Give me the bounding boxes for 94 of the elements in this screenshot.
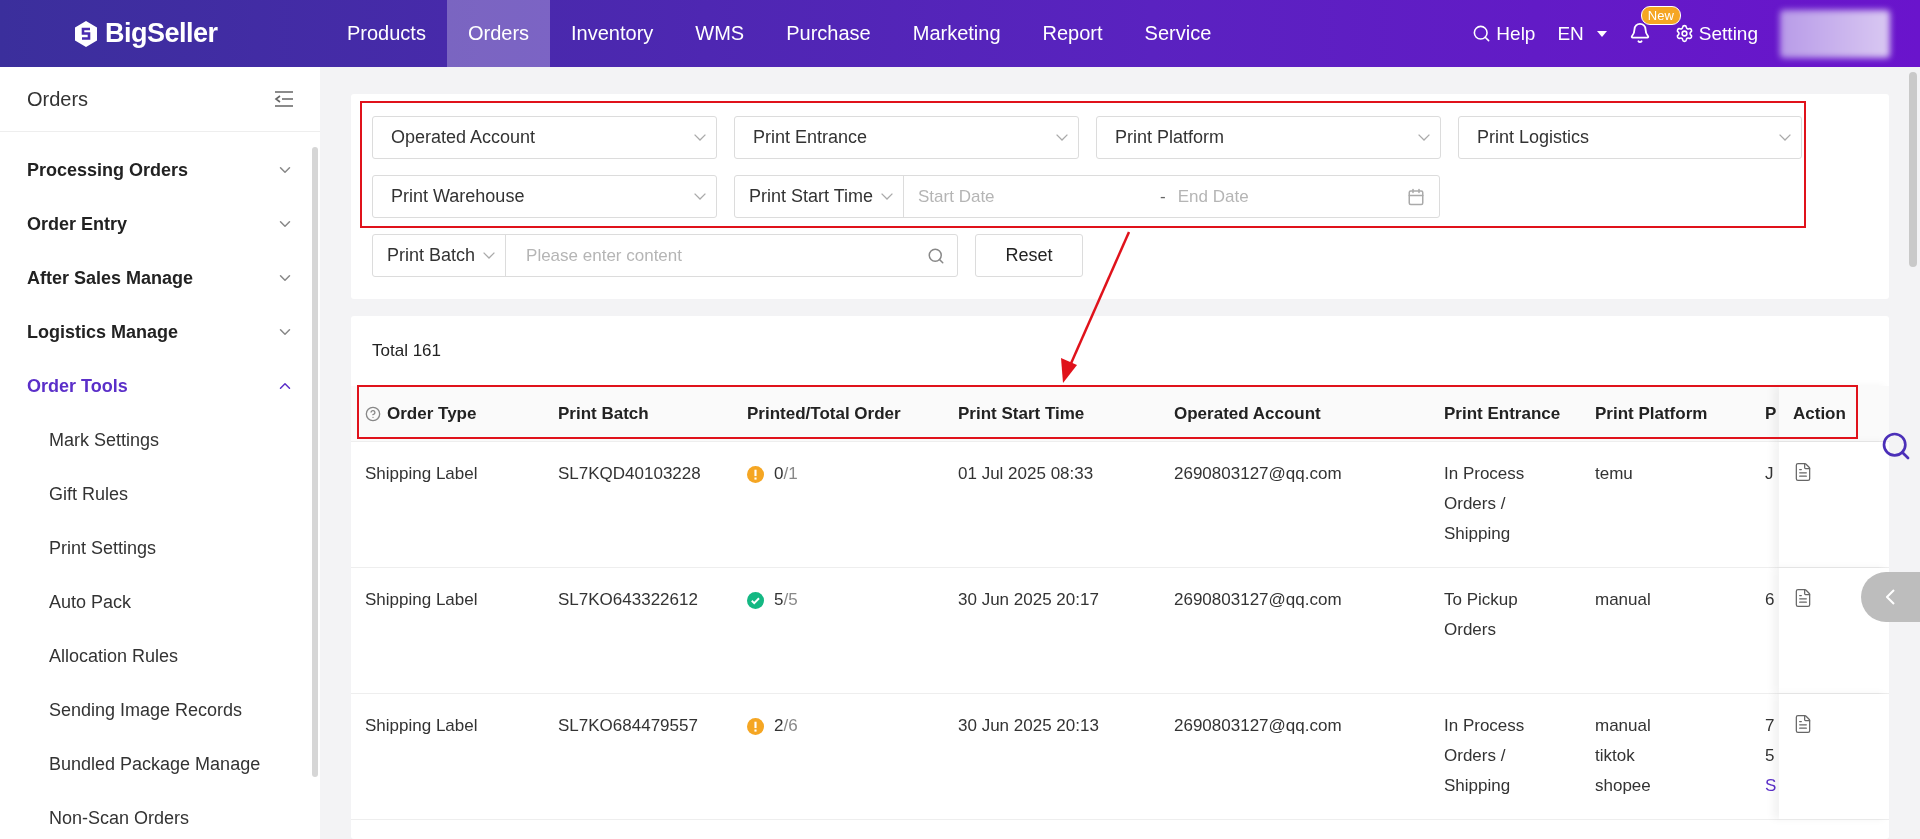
filter-select[interactable]: Operated Account [372, 116, 717, 159]
column-header-text: Order Type [387, 403, 477, 424]
reset-button[interactable]: Reset [975, 234, 1083, 277]
nav-item[interactable]: Purchase [765, 0, 892, 67]
sidebar-item[interactable]: Print Settings [0, 521, 320, 575]
chevron-down-icon [694, 193, 706, 200]
chevron-down-icon [694, 134, 706, 141]
nav-item[interactable]: Marketing [891, 0, 1022, 67]
column-header: Print Batch [557, 402, 650, 425]
gear-icon [1674, 24, 1694, 43]
column-header: P [1764, 402, 1778, 425]
chevron-down-icon [1779, 134, 1791, 141]
sidebar-item[interactable]: Non-Scan Orders [0, 791, 320, 839]
table-cell-text: 2690803127@qq.com [1173, 463, 1343, 485]
sidebar-item[interactable]: Gift Rules [0, 467, 320, 521]
new-badge: New [1640, 5, 1681, 25]
table-cell-text: 30 Jun 2025 20:13 [957, 715, 1100, 737]
nav-item[interactable]: Service [1123, 0, 1233, 67]
total-count: Total 161 [371, 340, 442, 362]
printed-count: 0/1 [774, 463, 798, 485]
date-range-field[interactable]: Print Start Time Start Date - End Date [734, 175, 1440, 218]
sidebar-group[interactable]: After Sales Manage [0, 251, 320, 305]
caret-icon [1596, 30, 1607, 37]
table-cell-text: 7 [1765, 715, 1776, 737]
table-cell-text: Shipping Label [364, 715, 479, 737]
scrollbar[interactable] [1909, 72, 1917, 267]
sidebar-item[interactable]: Auto Pack [0, 575, 320, 629]
nav-item[interactable]: Products [326, 0, 447, 67]
setting-link[interactable]: Setting [1674, 22, 1758, 45]
chevron-down-icon [881, 193, 894, 200]
chevron-down-icon [483, 252, 496, 259]
table-cell-text: 6 [1765, 589, 1776, 611]
table-cell-text: 01 Jul 2025 08:33 [957, 463, 1095, 485]
search-icon [1472, 24, 1492, 43]
bell-icon[interactable] [1628, 21, 1651, 44]
column-header: Printed/Total Order [746, 402, 902, 425]
nav-item[interactable]: WMS [674, 0, 766, 67]
table-cell-text: J [1765, 463, 1775, 485]
column-header: Print Entrance [1443, 402, 1562, 425]
chevron-down-icon [1056, 134, 1068, 141]
search-button[interactable] [1880, 430, 1912, 462]
table-cell-text: 2690803127@qq.com [1173, 715, 1343, 737]
table-cell-text: In Process Orders / Shipping [1443, 715, 1526, 797]
document-icon[interactable] [1793, 714, 1813, 734]
printed-count: 2/6 [774, 715, 798, 737]
language-select[interactable]: EN [1557, 22, 1607, 45]
table-cell-text: 30 Jun 2025 20:17 [957, 589, 1100, 611]
sidebar-title: Orders [27, 87, 89, 111]
nav-item[interactable]: Orders [446, 0, 551, 67]
table-cell-text: manual tiktok shopee [1594, 715, 1652, 797]
search-icon [927, 246, 945, 265]
sidebar-item[interactable]: Mark Settings [0, 413, 320, 467]
logo-text: BigSeller [105, 18, 218, 49]
table-cell-text: 2690803127@qq.com [1173, 589, 1343, 611]
sidebar-group[interactable]: Order Entry [0, 197, 320, 251]
sidebar-item[interactable]: Allocation Rules [0, 629, 320, 683]
chevron-left-icon [1886, 589, 1895, 605]
collapse-icon[interactable] [274, 91, 294, 107]
table-cell-text: SL7KQD40103228 [557, 463, 702, 485]
table-cell-text: manual [1594, 589, 1652, 611]
sidebar-item[interactable]: Bundled Package Manage [0, 737, 320, 791]
table-cell-text: SL7KO643322612 [557, 589, 699, 611]
filter-select[interactable]: Print Entrance [734, 116, 1079, 159]
document-icon[interactable] [1793, 588, 1813, 608]
printed-count: 5/5 [774, 589, 798, 611]
sidebar-group[interactable]: Logistics Manage [0, 305, 320, 359]
table-cell-text: temu [1594, 463, 1634, 485]
help-link[interactable]: Help [1472, 22, 1536, 45]
logo-icon [73, 19, 99, 48]
filter-select[interactable]: Print Logistics [1458, 116, 1802, 159]
column-header: Print Start Time [957, 402, 1086, 425]
filter-select[interactable]: Print Platform [1096, 116, 1441, 159]
table-cell-text: Shipping Label [364, 589, 479, 611]
link[interactable]: S [1765, 771, 1779, 801]
column-header: Print Platform [1594, 402, 1709, 425]
sidebar-group[interactable]: Order Tools [0, 359, 320, 413]
document-icon[interactable] [1793, 462, 1813, 482]
table-cell-text: Shipping Label [364, 463, 479, 485]
filter-select[interactable]: Print Warehouse [372, 175, 717, 218]
sidebar-group[interactable]: Processing Orders [0, 143, 320, 197]
search-field[interactable]: Print Batch Please enter content [372, 234, 958, 277]
table-cell-text: In Process Orders / Shipping [1443, 463, 1526, 545]
table-cell-text: To Pickup Orders [1443, 589, 1519, 641]
column-header: Action [1779, 386, 1889, 441]
chevron-down-icon [1418, 134, 1430, 141]
calendar-icon [1407, 187, 1425, 206]
nav-item[interactable]: Report [1021, 0, 1124, 67]
table-cell-text: 5 [1765, 745, 1776, 767]
column-header: Operated Account [1173, 402, 1322, 425]
help-icon [365, 405, 381, 422]
nav-item[interactable]: Inventory [550, 0, 675, 67]
table-cell-text: SL7KO684479557 [557, 715, 699, 737]
sidebar-item[interactable]: Sending Image Records [0, 683, 320, 737]
scrollbar[interactable] [312, 147, 318, 777]
